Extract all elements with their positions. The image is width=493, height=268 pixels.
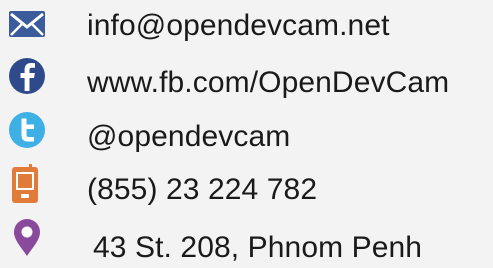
twitter-link[interactable]: @opendevcam	[87, 119, 290, 155]
map-pin-icon	[8, 215, 48, 265]
facebook-link[interactable]: www.fb.com/OpenDevCam	[87, 65, 449, 101]
address-text: 43 St. 208, Phnom Penh	[93, 231, 423, 264]
phone-number[interactable]: (855) 23 224 782	[87, 172, 317, 208]
facebook-icon	[8, 54, 48, 104]
contact-row-facebook[interactable]: www.fb.com/OpenDevCam	[0, 54, 493, 104]
contact-card: info@opendevcam.net www.fb.com/OpenDevCa…	[0, 0, 493, 268]
contact-row-email[interactable]: info@opendevcam.net	[0, 2, 493, 52]
contact-row-twitter[interactable]: @opendevcam	[0, 107, 493, 157]
phone-icon	[8, 161, 48, 211]
twitter-icon	[8, 107, 48, 157]
envelope-icon	[8, 2, 48, 52]
contact-row-address: 43 St. 208, Phnom Penh	[0, 215, 493, 265]
contact-row-phone[interactable]: (855) 23 224 782	[0, 161, 493, 211]
email-link[interactable]: info@opendevcam.net	[87, 8, 390, 44]
